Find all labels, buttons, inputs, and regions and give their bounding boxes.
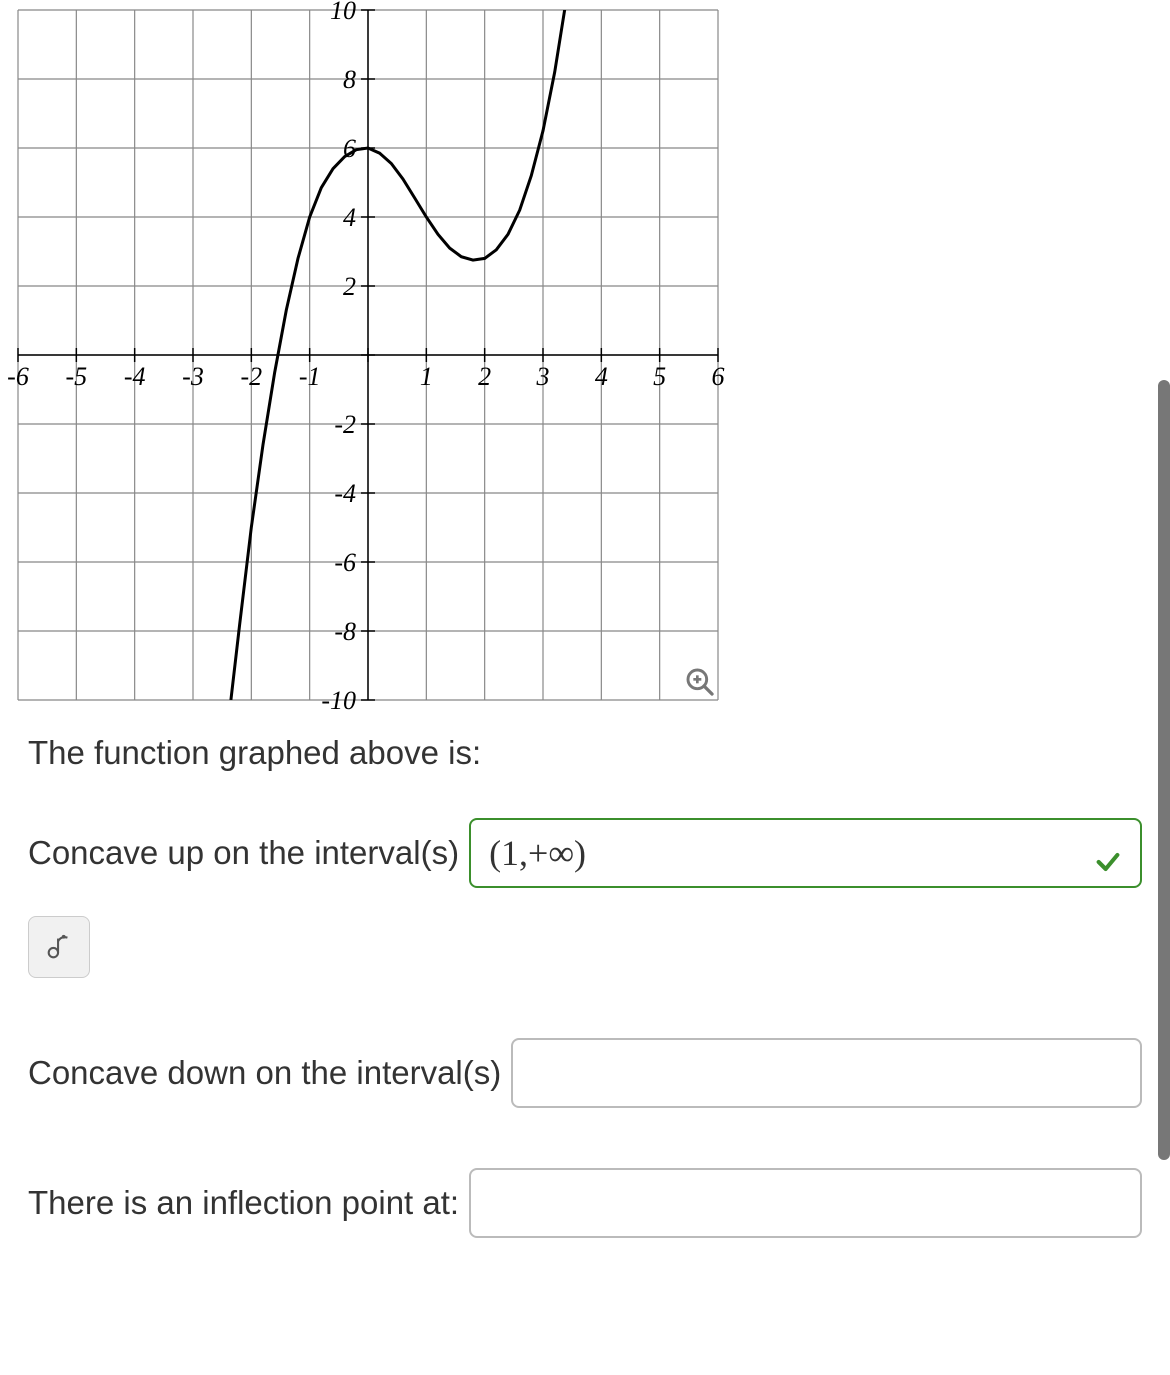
prompt-intro: The function graphed above is:: [28, 730, 1142, 776]
svg-text:5: 5: [653, 362, 666, 391]
q2-label: Concave down on the interval(s): [28, 1050, 501, 1096]
svg-text:-6: -6: [8, 362, 29, 391]
svg-text:6: 6: [712, 362, 725, 391]
question-3-row: There is an inflection point at:: [28, 1168, 1142, 1238]
q3-answer-box[interactable]: [469, 1168, 1142, 1238]
question-2-row: Concave down on the interval(s): [28, 1038, 1142, 1108]
svg-text:4: 4: [343, 203, 356, 232]
question-content: The function graphed above is: Concave u…: [0, 710, 1170, 1238]
svg-text:-3: -3: [182, 362, 204, 391]
svg-text:-4: -4: [124, 362, 146, 391]
svg-text:2: 2: [478, 362, 491, 391]
svg-text:-10: -10: [321, 686, 356, 710]
svg-text:-6: -6: [334, 548, 356, 577]
check-icon: [1094, 839, 1122, 867]
chart-container: -6 -5 -4 -3 -2 -1 1 2 3 4 5 6 10 8 6 4 2 -2 -4 -6 -8 -10: [8, 0, 728, 710]
q1-answer-box[interactable]: (1,+∞): [469, 818, 1142, 888]
svg-text:8: 8: [343, 65, 356, 94]
svg-text:4: 4: [595, 362, 608, 391]
svg-text:-5: -5: [65, 362, 87, 391]
q2-answer-box[interactable]: [511, 1038, 1142, 1108]
svg-text:-2: -2: [240, 362, 262, 391]
svg-text:-4: -4: [334, 479, 356, 508]
question-1-row: Concave up on the interval(s) (1,+∞): [28, 818, 1142, 888]
svg-text:6: 6: [343, 134, 356, 163]
svg-text:2: 2: [343, 272, 356, 301]
format-tool-button[interactable]: [28, 916, 90, 978]
svg-text:3: 3: [536, 362, 550, 391]
q1-label: Concave up on the interval(s): [28, 830, 459, 876]
sigma-icon: [44, 932, 74, 962]
svg-text:-8: -8: [334, 617, 356, 646]
svg-text:1: 1: [420, 362, 433, 391]
scrollbar-thumb[interactable]: [1158, 380, 1170, 1160]
q3-label: There is an inflection point at:: [28, 1180, 459, 1226]
zoom-icon[interactable]: [684, 666, 716, 698]
chart-svg: -6 -5 -4 -3 -2 -1 1 2 3 4 5 6 10 8 6 4 2 -2 -4 -6 -8 -10: [8, 0, 728, 710]
scrollbar-track[interactable]: [1156, 0, 1170, 1375]
q1-answer-text: (1,+∞): [489, 828, 586, 878]
svg-text:-2: -2: [334, 410, 356, 439]
svg-text:10: 10: [330, 0, 356, 25]
svg-text:-1: -1: [299, 362, 321, 391]
